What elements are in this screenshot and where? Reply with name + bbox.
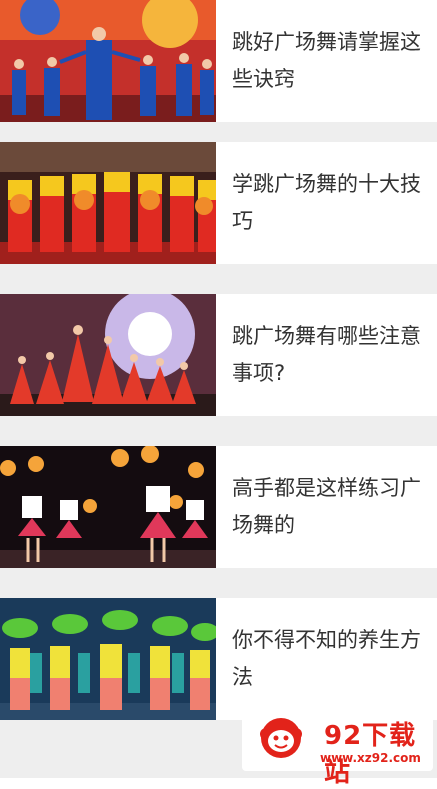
article-thumbnail[interactable]: [0, 446, 216, 568]
title-line: 场舞的: [232, 513, 295, 537]
monkey-logo-icon: [260, 718, 302, 758]
watermark-url: www.xz92.com: [320, 751, 421, 765]
dance-photo-green-fans-icon: [0, 598, 216, 720]
article-title[interactable]: 高手都是这样练习广 场舞的: [216, 446, 437, 568]
list-item[interactable]: 学跳广场舞的十大技巧: [0, 142, 437, 264]
title-line: 你不得不知的养生方: [232, 628, 421, 652]
dance-photo-cheerleaders-pompoms-icon: [0, 446, 216, 568]
article-thumbnail[interactable]: [0, 142, 216, 264]
article-thumbnail[interactable]: [0, 0, 216, 122]
title-line: 法: [232, 665, 253, 689]
divider: [0, 568, 437, 598]
divider: [0, 264, 437, 294]
list-item[interactable]: 你不得不知的养生方法: [0, 598, 437, 720]
divider: [0, 416, 437, 446]
title-line: 巧: [232, 209, 253, 233]
site-watermark: 92下载站 www.xz92.com: [242, 707, 433, 788]
list-item[interactable]: 高手都是这样练习广 场舞的: [0, 446, 437, 568]
article-title[interactable]: 你不得不知的养生方法: [216, 598, 437, 720]
title-line: 事项?: [232, 361, 286, 385]
title-line: 学跳广场舞的十大技: [232, 172, 421, 196]
title-line: 跳好广场舞请掌握这: [232, 30, 421, 54]
article-title[interactable]: 跳好广场舞请掌握这 些诀窍: [216, 0, 437, 122]
article-thumbnail[interactable]: [0, 598, 216, 720]
title-line: 些诀窍: [232, 67, 295, 91]
title-line: 高手都是这样练习广: [232, 476, 421, 500]
dance-photo-blue-costumes-icon: [0, 0, 216, 122]
dance-photo-red-dresses-stage-icon: [0, 294, 216, 416]
dance-photo-red-yellow-fans-icon: [0, 142, 216, 264]
article-thumbnail[interactable]: [0, 294, 216, 416]
list-item[interactable]: 跳广场舞有哪些注意 事项?: [0, 294, 437, 416]
article-title[interactable]: 跳广场舞有哪些注意 事项?: [216, 294, 437, 416]
title-line: 跳广场舞有哪些注意: [232, 324, 421, 348]
article-title[interactable]: 学跳广场舞的十大技巧: [216, 142, 437, 264]
list-item[interactable]: 跳好广场舞请掌握这 些诀窍: [0, 0, 437, 122]
